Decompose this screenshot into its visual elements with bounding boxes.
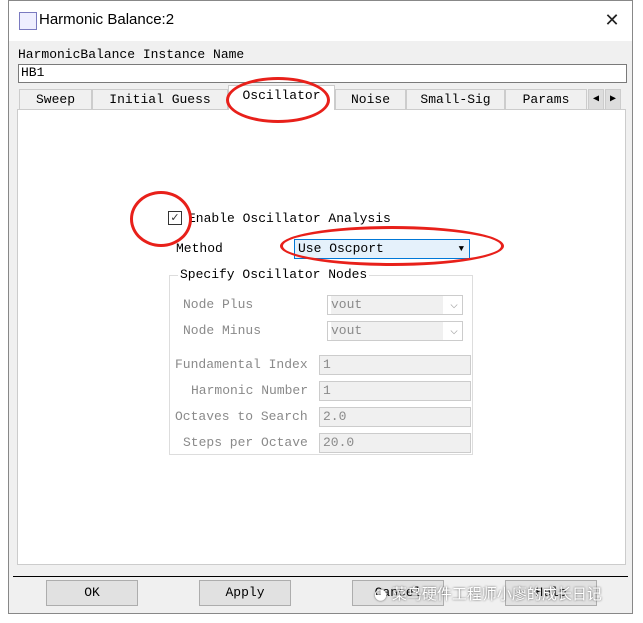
- tab-scroll-right-icon[interactable]: ▶: [605, 89, 621, 109]
- node-minus-label: Node Minus: [183, 323, 262, 338]
- node-minus-value: vout: [331, 322, 443, 340]
- watermark: ◕ 菜鸟硬件工程师小廖的成长日记: [374, 585, 602, 603]
- steps-per-octave-input[interactable]: 20.0: [319, 433, 471, 453]
- oscillator-panel: ✓ Enable Oscillator Analysis Method Use …: [17, 109, 626, 565]
- octaves-to-search-label: Octaves to Search: [175, 409, 308, 424]
- separator: [13, 576, 628, 577]
- chevron-down-icon: ⌵: [450, 323, 458, 338]
- harmonic-number-label: Harmonic Number: [191, 383, 309, 398]
- node-plus-value: vout: [331, 296, 443, 314]
- enable-oscillator-label: Enable Oscillator Analysis: [188, 211, 391, 226]
- window-title: Harmonic Balance:2: [39, 11, 175, 28]
- chevron-down-icon: ▼: [458, 244, 464, 254]
- wechat-icon: ◕: [374, 585, 392, 603]
- node-plus-select[interactable]: vout ⌵: [327, 295, 463, 315]
- tab-oscillator[interactable]: Oscillator: [228, 85, 335, 110]
- dialog-window: Harmonic Balance:2 ✕ HarmonicBalance Ins…: [8, 0, 633, 614]
- node-plus-label: Node Plus: [183, 297, 254, 312]
- tab-params[interactable]: Params: [505, 89, 587, 109]
- fundamental-index-label: Fundamental Index: [175, 357, 308, 372]
- ok-button[interactable]: OK: [46, 580, 138, 606]
- method-select[interactable]: Use Oscport ▼: [294, 239, 470, 259]
- harmonic-number-input[interactable]: 1: [319, 381, 471, 401]
- method-value: Use Oscport: [298, 241, 384, 256]
- steps-per-octave-label: Steps per Octave: [183, 435, 308, 450]
- tab-small-sig[interactable]: Small-Sig: [406, 89, 505, 109]
- node-minus-select[interactable]: vout ⌵: [327, 321, 463, 341]
- enable-oscillator-checkbox[interactable]: ✓: [168, 211, 182, 225]
- chevron-down-icon: ⌵: [450, 297, 458, 312]
- group-title: Specify Oscillator Nodes: [178, 267, 370, 282]
- close-icon[interactable]: ✕: [599, 9, 625, 33]
- tab-noise[interactable]: Noise: [335, 89, 406, 109]
- harmonic-balance-icon: [19, 12, 37, 30]
- tab-initial-guess[interactable]: Initial Guess: [92, 89, 228, 109]
- title-bar: Harmonic Balance:2 ✕: [9, 1, 632, 41]
- instance-name-input[interactable]: HB1: [18, 64, 627, 83]
- tab-scroll-left-icon[interactable]: ◀: [588, 89, 604, 109]
- method-label: Method: [176, 241, 223, 256]
- instance-name-label: HarmonicBalance Instance Name: [18, 47, 245, 62]
- apply-button[interactable]: Apply: [199, 580, 291, 606]
- tab-sweep[interactable]: Sweep: [19, 89, 92, 109]
- fundamental-index-input[interactable]: 1: [319, 355, 471, 375]
- octaves-to-search-input[interactable]: 2.0: [319, 407, 471, 427]
